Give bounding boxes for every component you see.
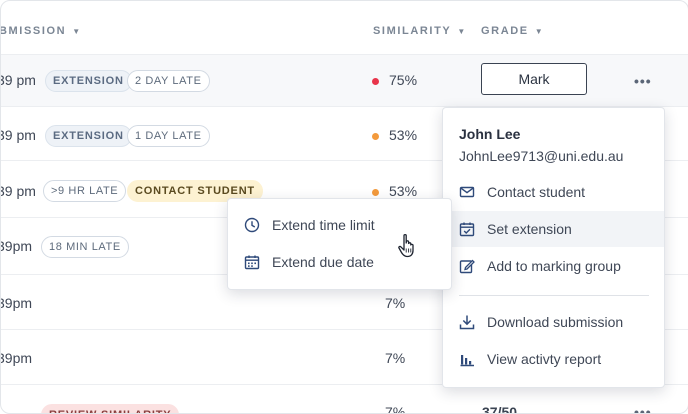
submission-time: 39 pm (0, 72, 36, 88)
menu-divider (459, 295, 649, 296)
extension-tag: EXTENSION (45, 125, 132, 147)
similarity-value: 53% (389, 127, 418, 143)
envelope-icon (459, 186, 475, 198)
submissions-table-screen: BMISSION ▼ SIMILARITY ▼ GRADE ▼ 39 pm EXTEN… (0, 0, 688, 414)
similarity-dot (372, 189, 379, 196)
similarity-dot (372, 78, 379, 85)
late-tag: 2 DAY LATE (127, 70, 210, 92)
menu-item-label: Add to marking group (487, 258, 621, 274)
table-row[interactable]: 39 pm EXTENSION 2 DAY LATE 75% Mark ••• (1, 54, 688, 107)
menu-item-contact-student[interactable]: Contact student (443, 174, 664, 210)
hand-pointer-cursor-icon (398, 233, 414, 258)
student-email: JohnLee9713@uni.edu.au (459, 148, 624, 164)
table-row[interactable]: REVIEW SIMILARITY 7% 37/50 ••• (1, 384, 688, 413)
column-header-similarity[interactable]: SIMILARITY ▼ (373, 25, 465, 37)
calendar-check-icon (459, 222, 475, 237)
late-tag: 1 DAY LATE (127, 125, 210, 147)
submission-time: 39pm (0, 238, 33, 254)
menu-item-label: View activty report (487, 351, 602, 367)
late-tag: >9 HR LATE (43, 180, 127, 202)
extension-tag: EXTENSION (45, 70, 132, 92)
menu-item-label: Extend time limit (272, 217, 375, 233)
similarity-value: 75% (389, 72, 418, 88)
menu-item-download-submission[interactable]: Download submission (443, 304, 664, 340)
bar-chart-icon (460, 355, 474, 367)
menu-item-add-to-marking-group[interactable]: Add to marking group (443, 248, 664, 284)
submission-time: 39pm (0, 350, 33, 366)
mark-button[interactable]: Mark (481, 63, 587, 95)
more-options-icon[interactable]: ••• (634, 73, 652, 89)
menu-item-view-activity-report[interactable]: View activty report (443, 341, 664, 377)
menu-item-label: Extend due date (272, 254, 374, 270)
menu-item-set-extension[interactable]: Set extension (443, 211, 664, 247)
student-name: John Lee (459, 126, 521, 142)
student-actions-menu: John Lee JohnLee9713@uni.edu.au Contact … (442, 107, 665, 388)
menu-item-label: Set extension (487, 221, 572, 237)
clock-icon (244, 217, 260, 233)
sort-caret-icon: ▼ (72, 27, 81, 36)
column-header-grade-label: GRADE (481, 25, 529, 37)
similarity-value: 53% (389, 183, 418, 199)
column-header-submission[interactable]: BMISSION ▼ (0, 25, 81, 37)
sort-caret-icon: ▼ (457, 27, 466, 36)
menu-item-label: Contact student (487, 184, 586, 200)
submission-time: 39 pm (0, 183, 36, 199)
late-tag: 18 MIN LATE (41, 236, 129, 258)
sort-caret-icon: ▼ (534, 27, 543, 36)
similarity-value: 7% (385, 350, 406, 366)
calendar-icon (244, 255, 260, 270)
column-header-grade[interactable]: GRADE ▼ (481, 25, 543, 37)
submission-time: 39 pm (0, 127, 36, 143)
similarity-dot (372, 133, 379, 140)
download-icon (459, 315, 475, 330)
edit-square-icon (459, 259, 475, 274)
column-header-submission-label: BMISSION (0, 25, 67, 37)
column-header-similarity-label: SIMILARITY (373, 25, 452, 37)
submission-time: 39pm (0, 295, 33, 311)
similarity-value: 7% (385, 295, 406, 311)
menu-item-label: Download submission (487, 314, 624, 330)
